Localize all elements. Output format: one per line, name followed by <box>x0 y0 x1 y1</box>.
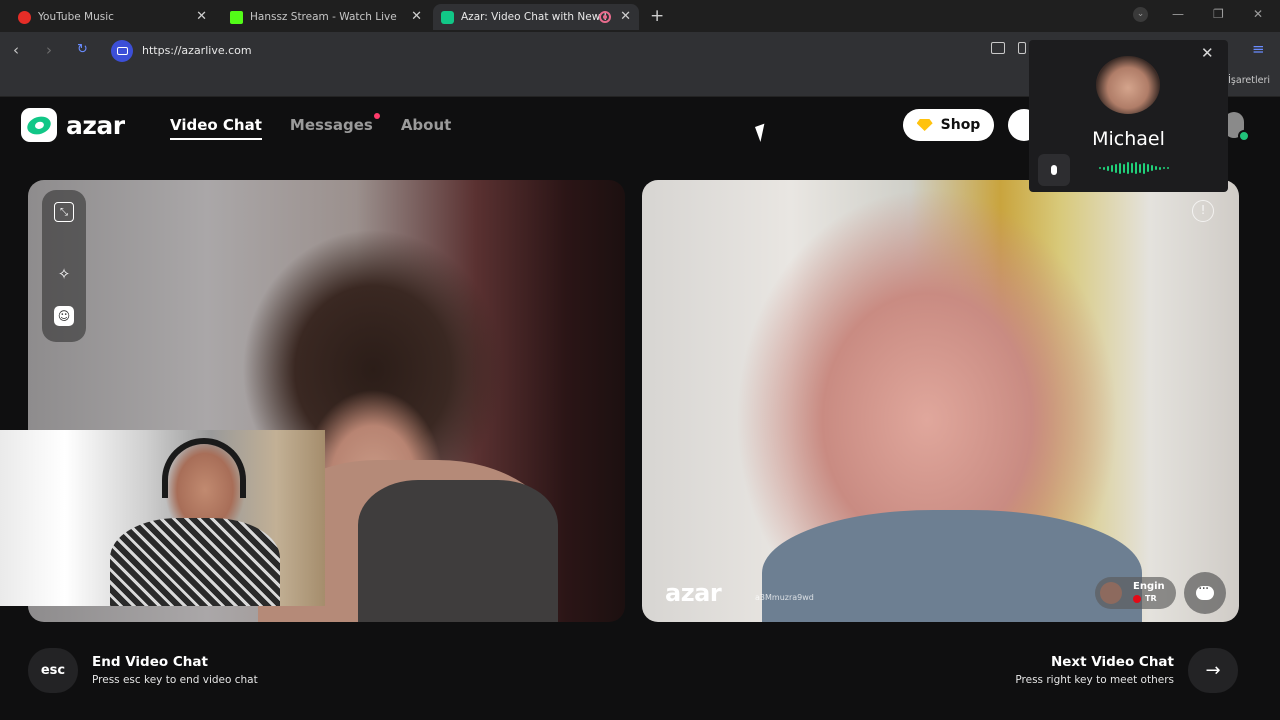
partner-name: Engin <box>1133 581 1165 592</box>
new-tab-button[interactable]: + <box>650 6 664 26</box>
partner-video-pane <box>642 180 1239 622</box>
tab-title: YouTube Music <box>38 11 114 23</box>
gem-icon <box>916 119 933 131</box>
partner-profile-chip[interactable]: Engin TR <box>1095 577 1176 609</box>
browser-tab-bar: YouTube Music ✕ Hanssz Stream - Watch Li… <box>0 0 1280 32</box>
minimize-icon[interactable]: — <box>1172 7 1184 21</box>
online-status-icon <box>1238 130 1250 142</box>
report-icon[interactable]: ! <box>1192 200 1214 222</box>
tab-search-icon[interactable]: ⌄ <box>1133 7 1148 22</box>
shop-label: Shop <box>940 117 981 133</box>
kick-icon <box>230 10 243 24</box>
chat-bubble-icon <box>1196 581 1214 600</box>
azar-icon <box>441 10 454 24</box>
close-tab-icon[interactable]: ✕ <box>620 9 631 24</box>
arrow-right-icon: → <box>1205 660 1221 681</box>
url-text[interactable]: https://azarlive.com <box>142 44 252 57</box>
bookmarks-label[interactable]: İşaretleri <box>1228 75 1270 86</box>
shop-button[interactable]: Shop <box>903 109 994 141</box>
video-tools: ⤡ ✧ ☺ <box>42 190 86 342</box>
close-tab-icon[interactable]: ✕ <box>196 9 207 24</box>
end-chat-title: End Video Chat <box>92 654 208 670</box>
next-chat-button[interactable]: → <box>1188 648 1238 693</box>
main-nav: Video Chat Messages About <box>170 113 479 140</box>
menu-icon[interactable]: ≡ <box>1252 40 1265 58</box>
next-chat-hint: Press right key to meet others <box>1015 674 1174 686</box>
nav-messages-label: Messages <box>289 116 373 134</box>
video-figure-clothing <box>358 480 558 622</box>
tab-youtube-music[interactable]: YouTube Music ✕ <box>10 4 215 30</box>
window-close-icon[interactable]: ✕ <box>1253 7 1263 21</box>
partner-country-code: TR <box>1145 594 1157 603</box>
site-camera-icon[interactable] <box>111 39 133 62</box>
audio-level-icon <box>1099 162 1169 174</box>
tab-title: Hanssz Stream - Watch Live on Kick <box>250 11 400 23</box>
headphones-shape <box>162 438 246 498</box>
tab-azar[interactable]: Azar: Video Chat with New Friends ✕ <box>433 4 639 30</box>
partner-user-id: a3Mmuzra9wd <box>755 593 814 602</box>
voice-call-card: ✕ Michael <box>1029 40 1228 192</box>
extension-icon[interactable] <box>1018 42 1026 54</box>
nav-video-chat[interactable]: Video Chat <box>170 116 262 140</box>
turkey-flag-icon <box>1133 594 1141 603</box>
azar-logo-icon <box>21 108 57 142</box>
reload-icon[interactable]: ↻ <box>77 42 88 57</box>
partner-figure <box>762 510 1142 622</box>
azar-watermark: azar <box>665 579 722 607</box>
tab-title: Azar: Video Chat with New Friends <box>461 11 606 23</box>
next-chat-title: Next Video Chat <box>1050 654 1174 670</box>
caller-avatar <box>1096 56 1160 114</box>
youtube-music-icon <box>18 10 31 24</box>
chat-button[interactable] <box>1184 572 1226 614</box>
mouse-cursor-icon <box>755 123 770 143</box>
nav-about[interactable]: About <box>401 116 452 140</box>
minimize-video-icon[interactable]: ⤡ <box>54 202 74 222</box>
mute-button[interactable] <box>1038 154 1070 186</box>
sticker-icon[interactable]: ☺ <box>54 306 74 326</box>
caller-name: Michael <box>1092 128 1165 150</box>
omnibox[interactable]: https://azarlive.com <box>108 38 988 63</box>
nav-messages[interactable]: Messages <box>289 113 380 140</box>
recording-icon <box>599 11 611 23</box>
microphone-icon <box>1051 165 1057 175</box>
self-view-pip <box>0 430 325 606</box>
close-call-card-icon[interactable]: ✕ <box>1201 44 1214 62</box>
logo-text: azar <box>66 110 125 140</box>
tab-kick-stream[interactable]: Hanssz Stream - Watch Live on Kick ✕ <box>222 4 430 30</box>
forward-icon[interactable]: › <box>46 41 52 59</box>
self-view-figure <box>110 518 280 606</box>
install-app-icon[interactable] <box>991 42 1005 54</box>
restore-icon[interactable]: ❐ <box>1213 7 1224 21</box>
partner-country: TR <box>1133 594 1157 603</box>
back-icon[interactable]: ‹ <box>13 41 19 59</box>
close-tab-icon[interactable]: ✕ <box>411 9 422 24</box>
end-chat-button[interactable]: esc <box>28 648 78 693</box>
notification-dot <box>373 113 380 119</box>
end-chat-hint: Press esc key to end video chat <box>92 674 258 686</box>
magic-wand-icon[interactable]: ✧ <box>54 264 74 284</box>
partner-avatar <box>1100 582 1122 604</box>
azar-logo[interactable]: azar <box>21 108 125 142</box>
